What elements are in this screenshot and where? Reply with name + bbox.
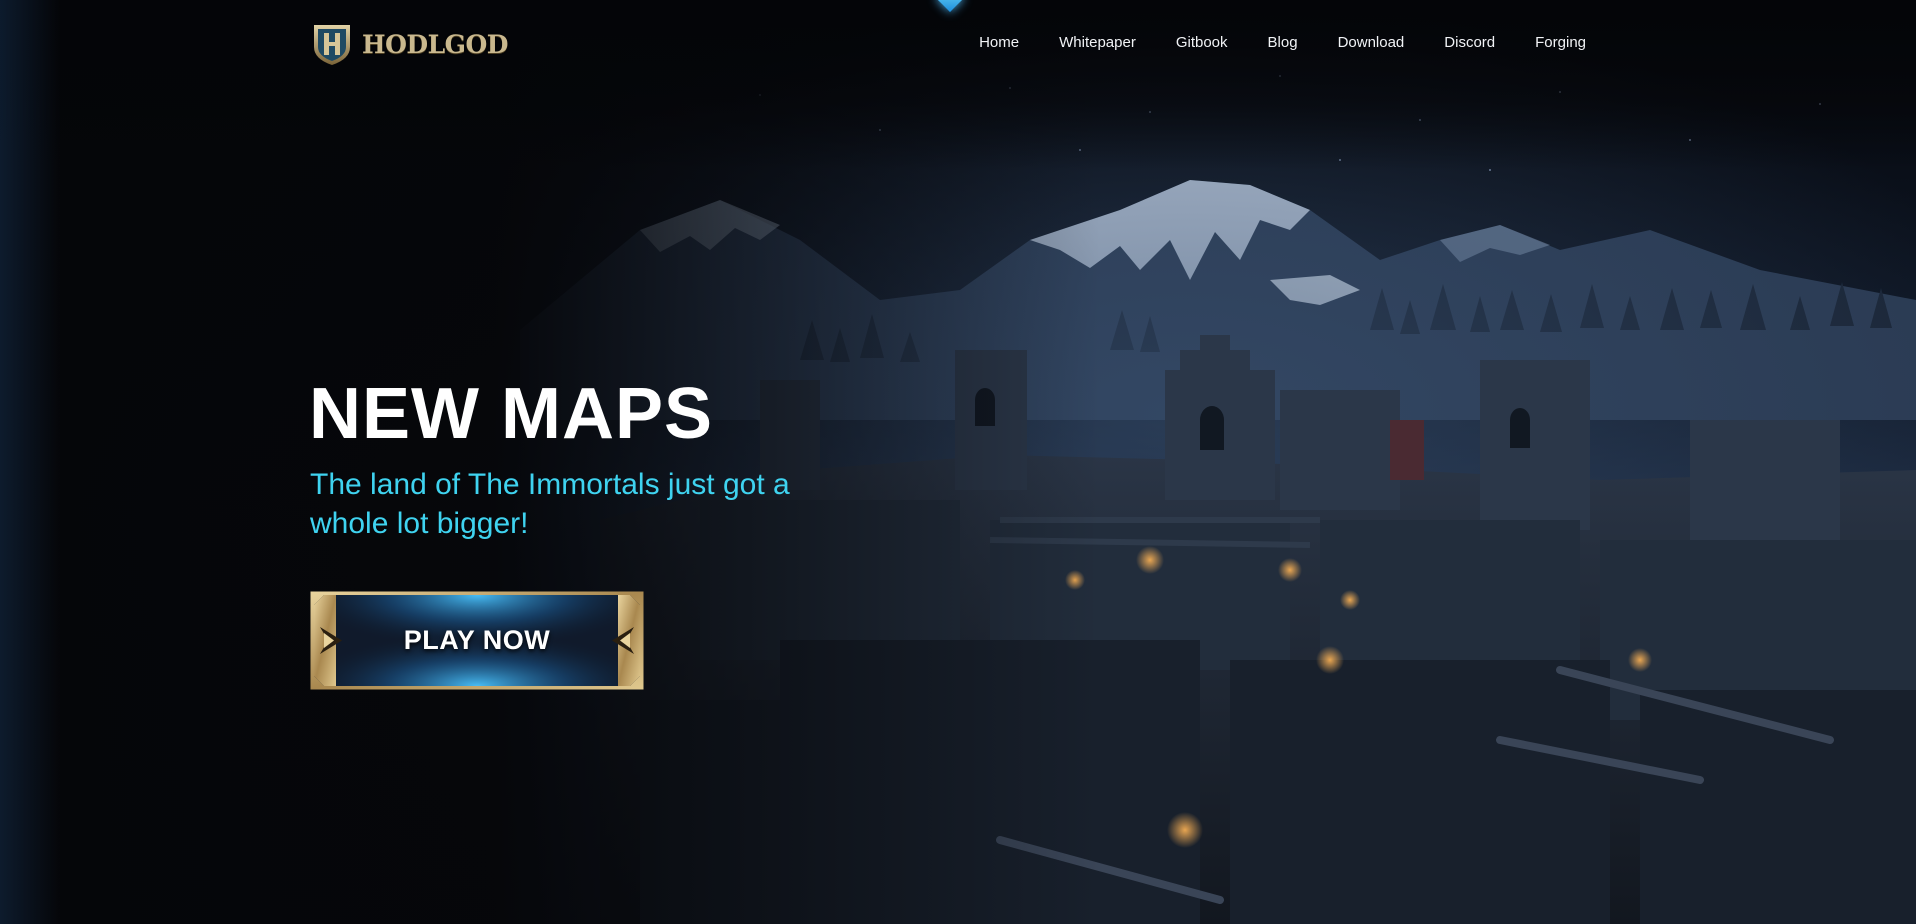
hero-background	[0, 0, 1916, 924]
nav-item-forging[interactable]: Forging	[1535, 34, 1586, 51]
shield-h-icon	[314, 25, 350, 65]
nav-item-whitepaper[interactable]: Whitepaper	[1059, 34, 1136, 51]
nav-item-gitbook[interactable]: Gitbook	[1176, 34, 1228, 51]
nav-item-download[interactable]: Download	[1338, 34, 1405, 51]
brand-name: HODLGOD	[362, 29, 508, 59]
main-nav: Home Whitepaper Gitbook Blog Download Di…	[939, 34, 1586, 51]
site-logo[interactable]: HODLGOD	[310, 20, 508, 68]
nav-item-blog[interactable]: Blog	[1268, 34, 1298, 51]
hero-title: NEW MAPS	[309, 374, 713, 454]
nav-item-home[interactable]: Home	[979, 34, 1019, 51]
hero-subtitle: The land of The Immortals just got a who…	[310, 468, 790, 540]
landing-page: HODLGOD Home Whitepaper Gitbook Blog Dow…	[0, 0, 1916, 924]
left-edge-glow	[0, 0, 60, 924]
play-now-label: PLAY NOW	[403, 625, 551, 655]
top-dark-fade	[0, 0, 1916, 170]
nav-item-discord[interactable]: Discord	[1444, 34, 1495, 51]
play-now-button[interactable]: PLAY NOW	[310, 591, 644, 690]
